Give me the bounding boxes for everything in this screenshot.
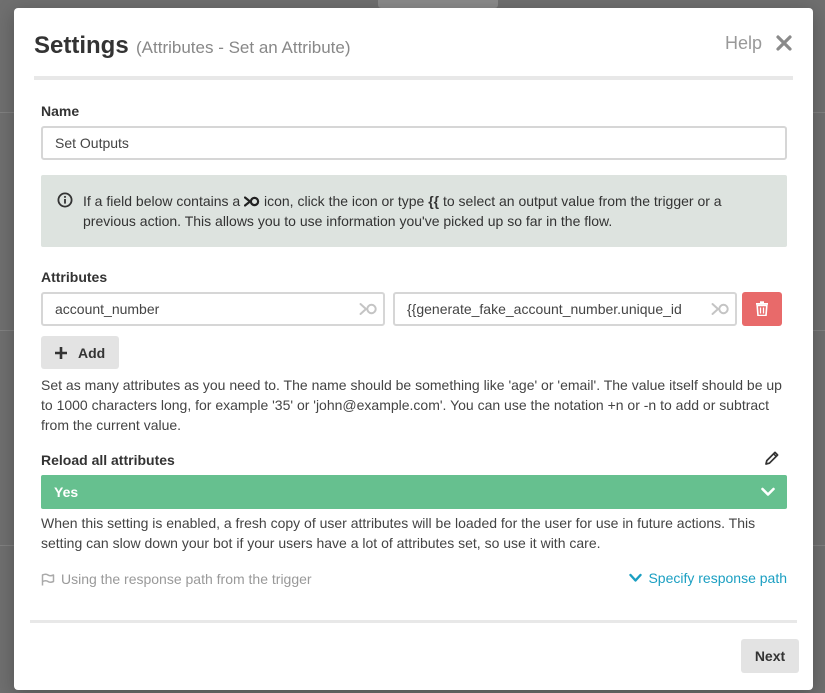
attributes-label: Attributes <box>41 269 108 285</box>
reload-attributes-select[interactable]: Yes <box>41 475 787 509</box>
modal-header: Settings (Attributes - Set an Attribute)… <box>34 8 793 80</box>
info-text: If a field below contains a icon, click … <box>83 191 769 231</box>
specify-response-path-link[interactable]: Specify response path <box>629 570 787 586</box>
output-link-icon[interactable] <box>711 302 729 316</box>
attribute-value-value: {{generate_fake_account_number.unique_id <box>407 301 682 317</box>
close-icon[interactable] <box>775 34 793 52</box>
trash-icon <box>756 301 768 316</box>
chevron-down-icon <box>761 487 775 496</box>
info-icon <box>57 192 73 208</box>
response-path-info: Using the response path from the trigger <box>41 571 312 587</box>
reload-attributes-label: Reload all attributes <box>41 452 175 468</box>
pencil-icon[interactable] <box>764 450 780 466</box>
reload-help-text: When this setting is enabled, a fresh co… <box>41 515 756 551</box>
add-button-label: Add <box>78 345 106 361</box>
next-button[interactable]: Next <box>741 639 799 673</box>
add-attribute-button[interactable]: Add <box>41 336 119 369</box>
output-link-icon[interactable] <box>359 302 377 316</box>
attribute-name-input[interactable]: account_number <box>41 292 385 326</box>
flag-icon <box>41 573 55 586</box>
info-text-part: icon, click the icon or type <box>260 193 429 209</box>
info-box: If a field below contains a icon, click … <box>41 175 787 247</box>
specify-response-path-label: Specify response path <box>648 570 787 586</box>
modal-title: Settings <box>34 32 129 59</box>
info-text-part: If a field below contains a <box>83 193 245 209</box>
reload-selected-value: Yes <box>54 484 79 500</box>
attribute-value-input[interactable]: {{generate_fake_account_number.unique_id <box>393 292 737 326</box>
chevron-down-icon <box>629 573 643 582</box>
background-tab <box>378 0 498 8</box>
name-input-value: Set Outputs <box>55 135 129 151</box>
output-link-icon <box>244 196 260 207</box>
name-label: Name <box>41 103 80 119</box>
delete-attribute-button[interactable] <box>742 292 782 326</box>
plus-icon <box>55 347 67 359</box>
response-path-text: Using the response path from the trigger <box>61 571 312 587</box>
footer-divider <box>30 620 797 623</box>
name-input[interactable]: Set Outputs <box>41 126 787 160</box>
settings-modal: Settings (Attributes - Set an Attribute)… <box>14 8 813 690</box>
token-text: {{ <box>428 193 440 209</box>
attributes-help-text: Set as many attributes as you need to. T… <box>41 377 782 433</box>
modal-subtitle: (Attributes - Set an Attribute) <box>136 38 351 57</box>
attribute-name-value: account_number <box>55 301 160 317</box>
help-link[interactable]: Help <box>725 33 762 54</box>
